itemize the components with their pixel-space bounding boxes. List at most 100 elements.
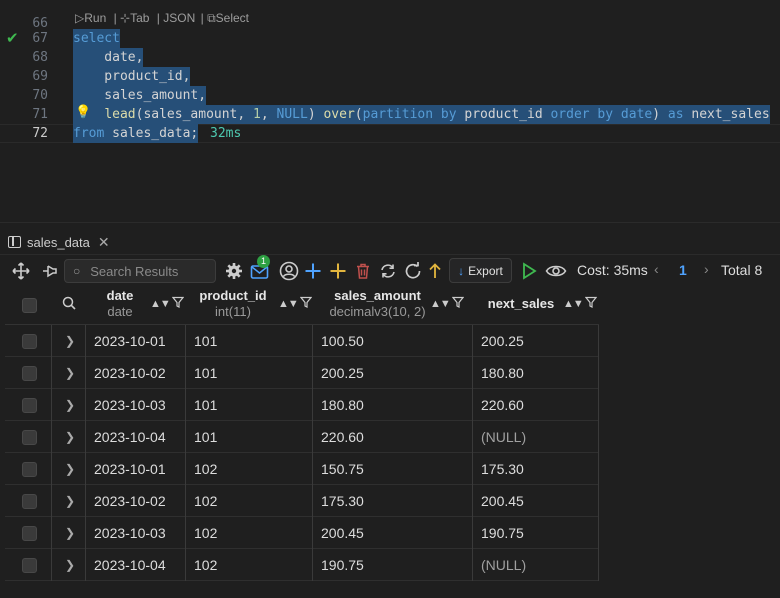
table-cell[interactable]: 220.60 xyxy=(313,421,473,453)
table-cell[interactable]: 101 xyxy=(186,325,313,357)
code-line[interactable]: 70 sales_amount, xyxy=(0,86,780,105)
codelens-run[interactable]: ▷Run xyxy=(75,11,108,25)
table-cell[interactable]: 102 xyxy=(186,517,313,549)
code-token: product_id xyxy=(456,107,551,122)
table-cell[interactable]: 2023-10-04 xyxy=(86,421,186,453)
code-token: from xyxy=(73,126,105,141)
tab-sales-data[interactable]: sales_data ✕ xyxy=(8,229,110,255)
column-header-next-sales[interactable]: next_sales xyxy=(481,286,561,324)
column-header-date[interactable]: date date xyxy=(87,286,153,324)
table-cell[interactable]: 100.50 xyxy=(313,325,473,357)
cell-divider xyxy=(5,325,86,357)
codelens-tab[interactable]: ⊹Tab xyxy=(120,11,151,25)
code-line[interactable]: 72 from sales_data; 32ms xyxy=(0,124,780,143)
column-header-product-id[interactable]: product_id int(11) xyxy=(195,286,271,324)
select-all-checkbox[interactable] xyxy=(22,298,37,313)
lightbulb-icon[interactable]: 💡 xyxy=(75,104,91,120)
current-page[interactable]: 1 xyxy=(679,262,687,278)
code-line[interactable]: 69 product_id, xyxy=(0,67,780,86)
sql-editor[interactable]: 66 ▷Run | ⊹Tab | JSON | ⧉Select 67 select… xyxy=(0,0,780,222)
table-cell[interactable]: 180.80 xyxy=(313,389,473,421)
table-cell[interactable]: 2023-10-04 xyxy=(86,549,186,581)
table-cell[interactable]: 102 xyxy=(186,549,313,581)
table-cell[interactable]: 190.75 xyxy=(473,517,599,549)
search-input[interactable] xyxy=(90,263,201,279)
sort-filter-icon[interactable]: ▲▼ xyxy=(430,296,465,310)
table-cell[interactable]: 200.45 xyxy=(313,517,473,549)
trash-icon[interactable] xyxy=(354,261,372,281)
export-button[interactable]: ↓ Export xyxy=(449,258,512,283)
table-row[interactable]: ❯ 2023-10-04 101 220.60 (NULL) xyxy=(5,421,599,453)
user-icon[interactable] xyxy=(279,261,299,281)
code-token: ) xyxy=(652,107,668,122)
table-row[interactable]: ❯ 2023-10-01 101 100.50 200.25 xyxy=(5,325,599,357)
table-cell[interactable]: 190.75 xyxy=(313,549,473,581)
table-cell[interactable]: 101 xyxy=(186,389,313,421)
table-cell[interactable]: 200.45 xyxy=(473,485,599,517)
sync-icon[interactable] xyxy=(379,261,397,281)
code-token: (sales_amount, xyxy=(135,107,254,122)
table-cell[interactable]: 175.30 xyxy=(473,453,599,485)
table-cell[interactable]: 102 xyxy=(186,485,313,517)
arrow-up-icon[interactable] xyxy=(428,261,442,281)
code-line[interactable]: 67 select xyxy=(0,29,780,48)
table-row[interactable]: ❯ 2023-10-02 101 200.25 180.80 xyxy=(5,357,599,389)
table-cell[interactable]: 175.30 xyxy=(313,485,473,517)
search-icon[interactable] xyxy=(62,296,76,313)
chevron-left-icon[interactable]: ‹ xyxy=(654,261,659,277)
table-cell[interactable]: 2023-10-02 xyxy=(86,485,186,517)
table-cell[interactable]: 200.25 xyxy=(313,357,473,389)
codelens-json[interactable]: JSON xyxy=(163,11,195,25)
refresh-icon[interactable] xyxy=(404,261,422,281)
sort-filter-icon[interactable]: ▲▼ xyxy=(150,296,185,310)
code-token: lead xyxy=(104,107,136,122)
table-row[interactable]: ❯ 2023-10-02 102 175.30 200.45 xyxy=(5,485,599,517)
code-line[interactable]: 68 date, xyxy=(0,48,780,67)
add-column-icon[interactable] xyxy=(329,261,347,281)
search-icon: ○ xyxy=(73,264,81,278)
table-cell[interactable]: 2023-10-01 xyxy=(86,325,186,357)
sort-filter-icon[interactable]: ▲▼ xyxy=(563,296,598,310)
table-cell[interactable]: 101 xyxy=(186,421,313,453)
table-cell[interactable]: 2023-10-01 xyxy=(86,453,186,485)
table-cell[interactable]: 220.60 xyxy=(473,389,599,421)
close-icon[interactable]: ✕ xyxy=(98,234,110,251)
table-row[interactable]: ❯ 2023-10-04 102 190.75 (NULL) xyxy=(5,549,599,581)
code-token: select xyxy=(73,31,120,46)
chevron-right-icon[interactable]: › xyxy=(704,261,709,277)
code-text: lead(sales_amount, 1, NULL) over(partiti… xyxy=(73,105,770,124)
table-cell[interactable]: 102 xyxy=(186,453,313,485)
move-icon[interactable] xyxy=(12,261,30,281)
codelens-select[interactable]: ⧉Select xyxy=(207,11,251,25)
search-results-box[interactable]: ○ xyxy=(64,259,216,283)
table-row[interactable]: ❯ 2023-10-03 101 180.80 220.60 xyxy=(5,389,599,421)
table-cell[interactable]: 200.25 xyxy=(473,325,599,357)
result-panel: sales_data ✕ ○ 1 xyxy=(0,222,780,598)
code-token: NULL xyxy=(276,107,308,122)
code-line[interactable]: 71 lead(sales_amount, 1, NULL) over(part… xyxy=(0,105,780,124)
table-cell[interactable]: 101 xyxy=(186,357,313,389)
sort-filter-icon[interactable]: ▲▼ xyxy=(278,296,313,310)
code-token: , xyxy=(260,107,277,122)
table-cell[interactable]: 180.80 xyxy=(473,357,599,389)
table-cell[interactable]: 2023-10-02 xyxy=(86,357,186,389)
table-row[interactable]: ❯ 2023-10-03 102 200.45 190.75 xyxy=(5,517,599,549)
table-row[interactable]: ❯ 2023-10-01 102 150.75 175.30 xyxy=(5,453,599,485)
code-text: from sales_data; xyxy=(73,124,199,143)
eye-icon[interactable] xyxy=(545,261,567,281)
table-cell[interactable]: 2023-10-03 xyxy=(86,517,186,549)
gear-icon[interactable] xyxy=(225,261,243,281)
table-cell[interactable]: 2023-10-03 xyxy=(86,389,186,421)
pin-icon[interactable] xyxy=(40,261,58,281)
cell-divider xyxy=(5,517,86,549)
table-cell[interactable]: (NULL) xyxy=(473,549,599,581)
play-icon[interactable] xyxy=(521,261,537,281)
column-header-sales-amount[interactable]: sales_amount decimalv3(10, 2) xyxy=(320,286,435,324)
code-token: partition by xyxy=(362,107,457,122)
table-cell[interactable]: (NULL) xyxy=(473,421,599,453)
cell-divider xyxy=(5,421,86,453)
add-row-icon[interactable] xyxy=(304,261,322,281)
code-token: date xyxy=(620,107,653,122)
table-cell[interactable]: 150.75 xyxy=(313,453,473,485)
